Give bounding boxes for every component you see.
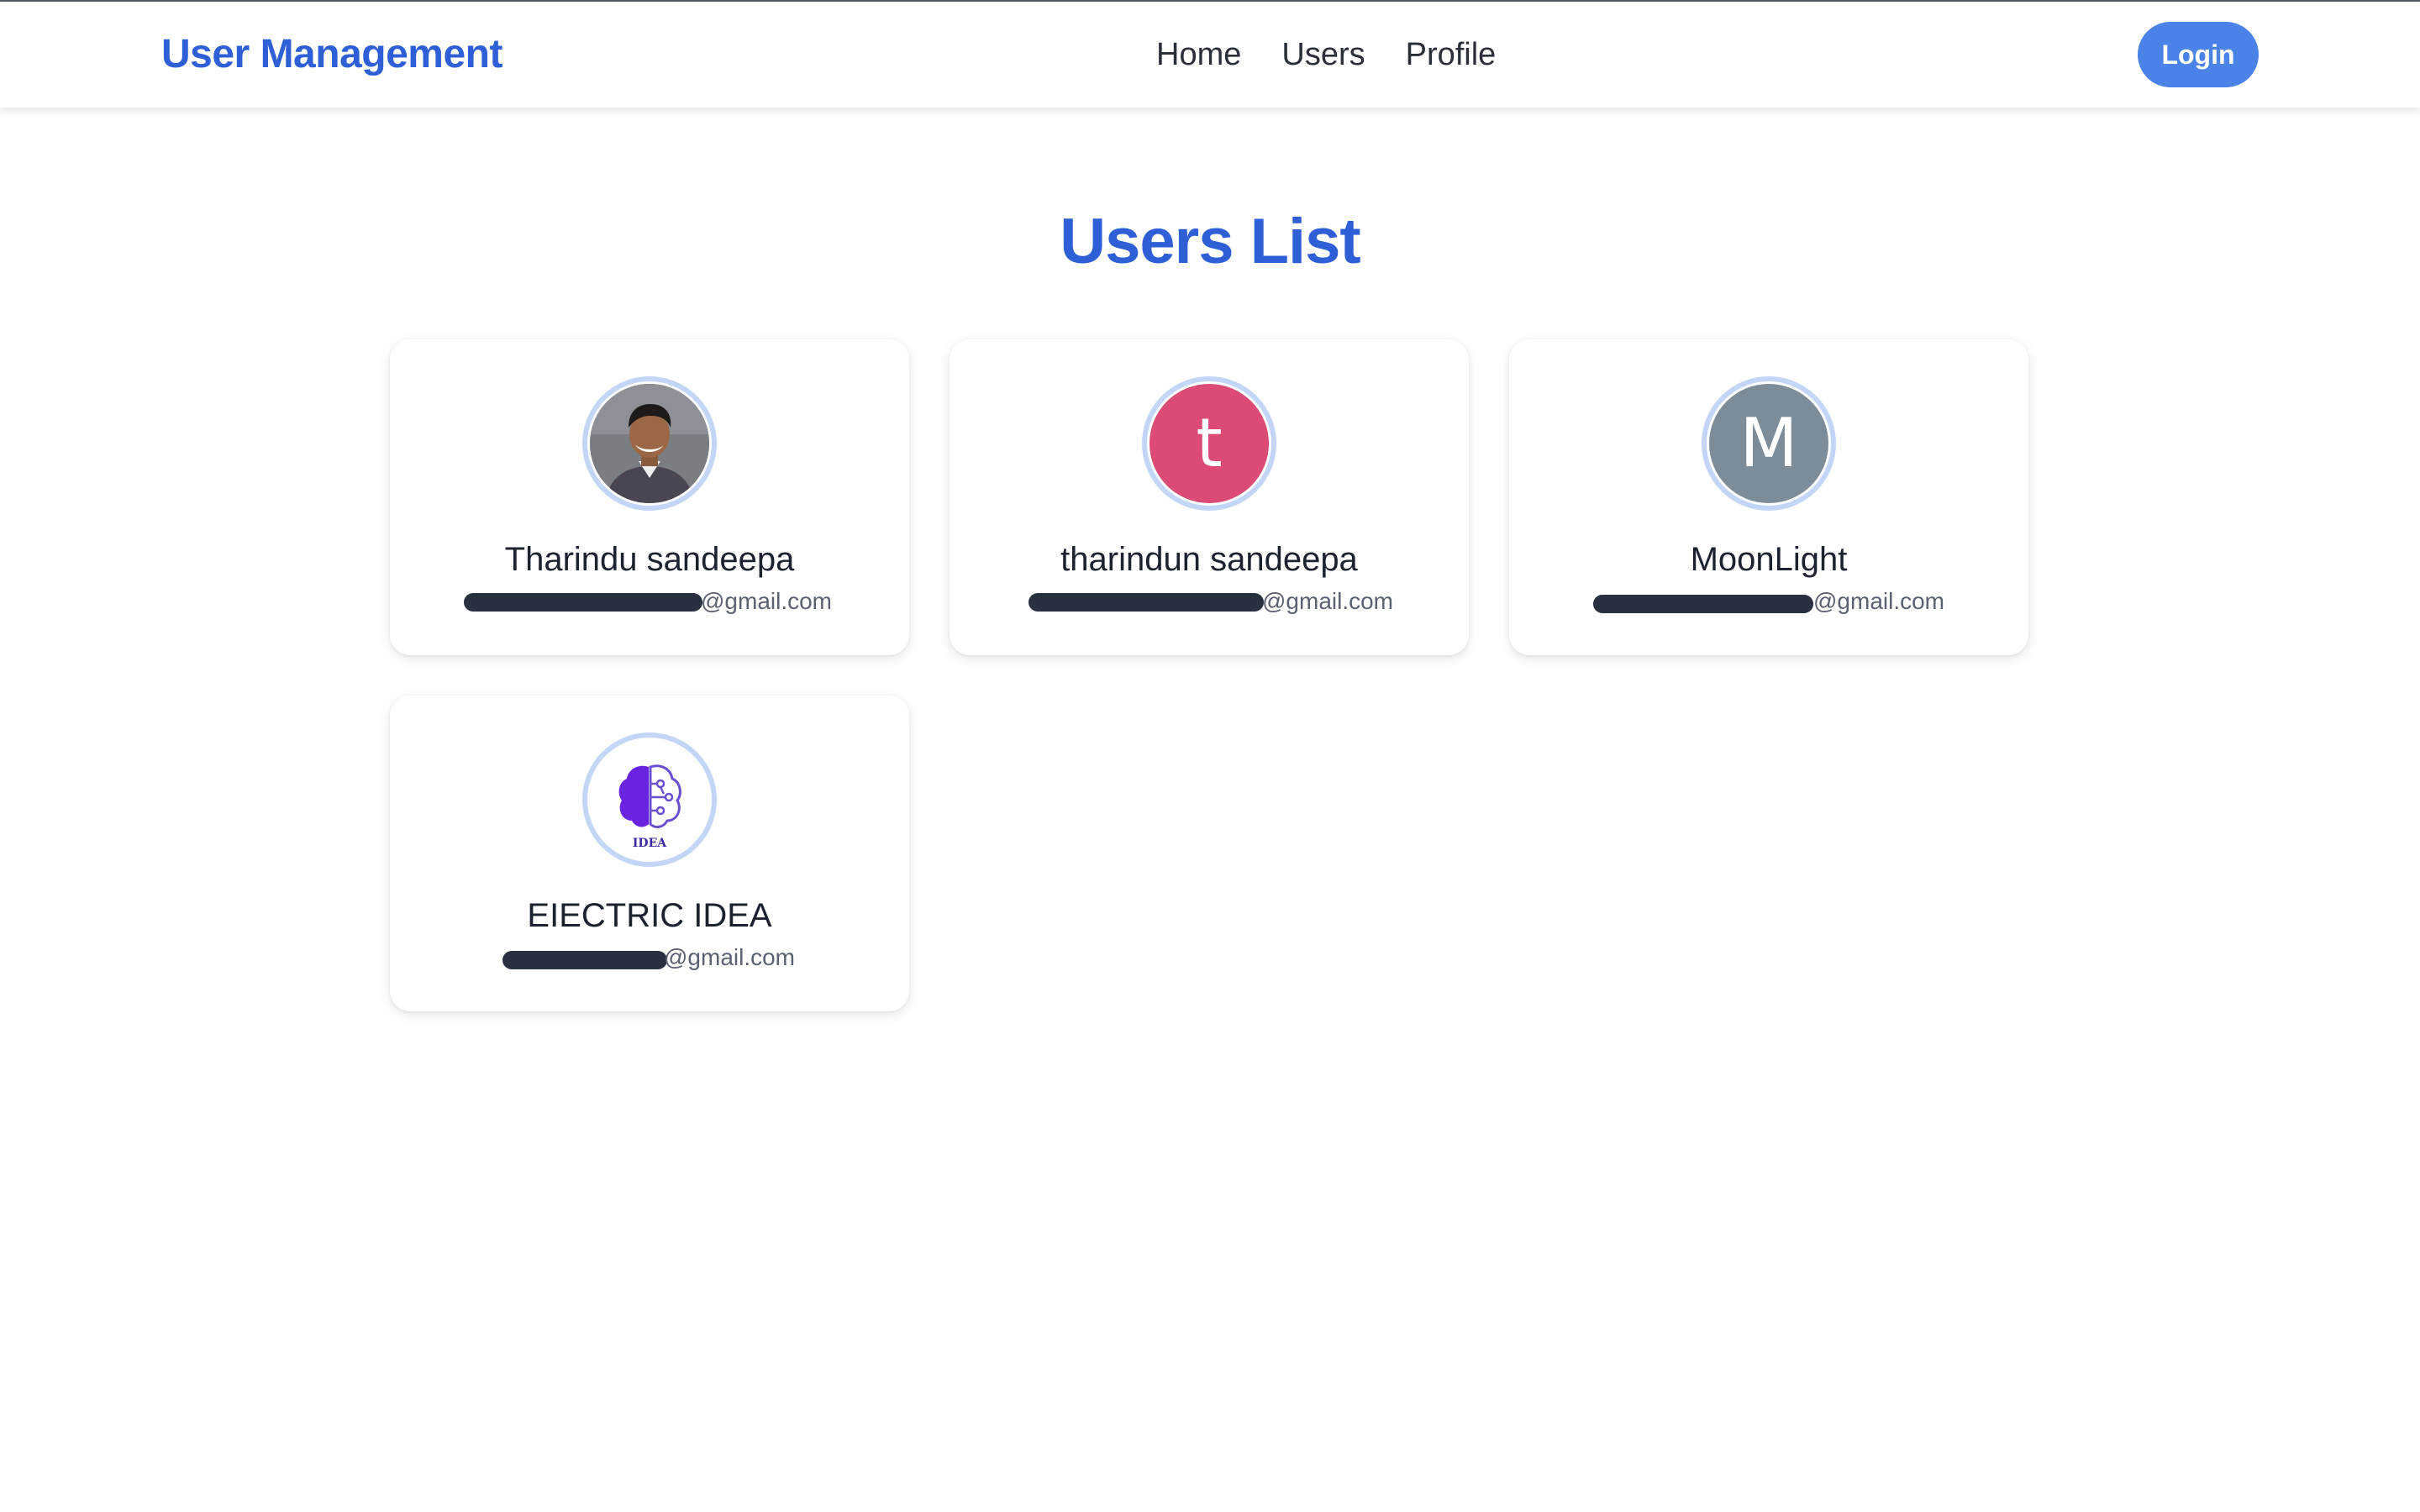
avatar-ring: t: [1142, 376, 1276, 511]
login-button[interactable]: Login: [2138, 22, 2259, 87]
brand-title[interactable]: User Management: [161, 2, 502, 108]
letter-avatar: M: [1709, 384, 1828, 503]
avatar-letter: t: [1196, 404, 1223, 482]
user-card[interactable]: t tharindun sandeepa @gmail.com: [950, 339, 1469, 655]
redaction-mark: [1593, 595, 1813, 613]
redaction-mark: [464, 593, 702, 612]
user-name: Tharindu sandeepa: [504, 541, 795, 578]
letter-avatar: t: [1150, 384, 1269, 503]
user-name: tharindun sandeepa: [1060, 541, 1358, 578]
email-domain: @gmail.com: [664, 944, 796, 970]
user-photo-avatar: [590, 384, 709, 503]
email-domain: @gmail.com: [1262, 588, 1394, 614]
email-domain: @gmail.com: [1813, 588, 1945, 614]
person-photo-icon: [590, 384, 709, 503]
avatar-ring: [582, 376, 717, 511]
logo-text: IDEA: [632, 837, 667, 850]
navbar: User Management Home Users Profile Login: [0, 2, 2420, 108]
avatar-ring: M: [1702, 376, 1836, 511]
page-title: Users List: [1060, 206, 1361, 277]
email-domain: @gmail.com: [701, 588, 833, 614]
logo-avatar: IDEA: [590, 740, 709, 859]
nav-users-link[interactable]: Users: [1281, 37, 1365, 73]
user-name: MoonLight: [1690, 541, 1848, 578]
redaction-mark: [1028, 593, 1264, 612]
user-name: EIECTRIC IDEA: [527, 897, 772, 934]
user-card[interactable]: M MoonLight @gmail.com: [1509, 339, 2028, 655]
users-grid: Tharindu sandeepa @gmail.com t tharindun…: [390, 339, 2030, 1011]
avatar-ring: IDEA: [582, 732, 717, 867]
nav-profile-link[interactable]: Profile: [1406, 37, 1497, 73]
avatar-letter: M: [1739, 404, 1798, 482]
nav-links: Home Users Profile: [1156, 2, 1496, 108]
user-card[interactable]: IDEA EIECTRIC IDEA @gmail.com: [390, 696, 909, 1011]
nav-home-link[interactable]: Home: [1156, 37, 1241, 73]
redaction-mark: [502, 951, 667, 969]
user-card[interactable]: Tharindu sandeepa @gmail.com: [390, 339, 909, 655]
